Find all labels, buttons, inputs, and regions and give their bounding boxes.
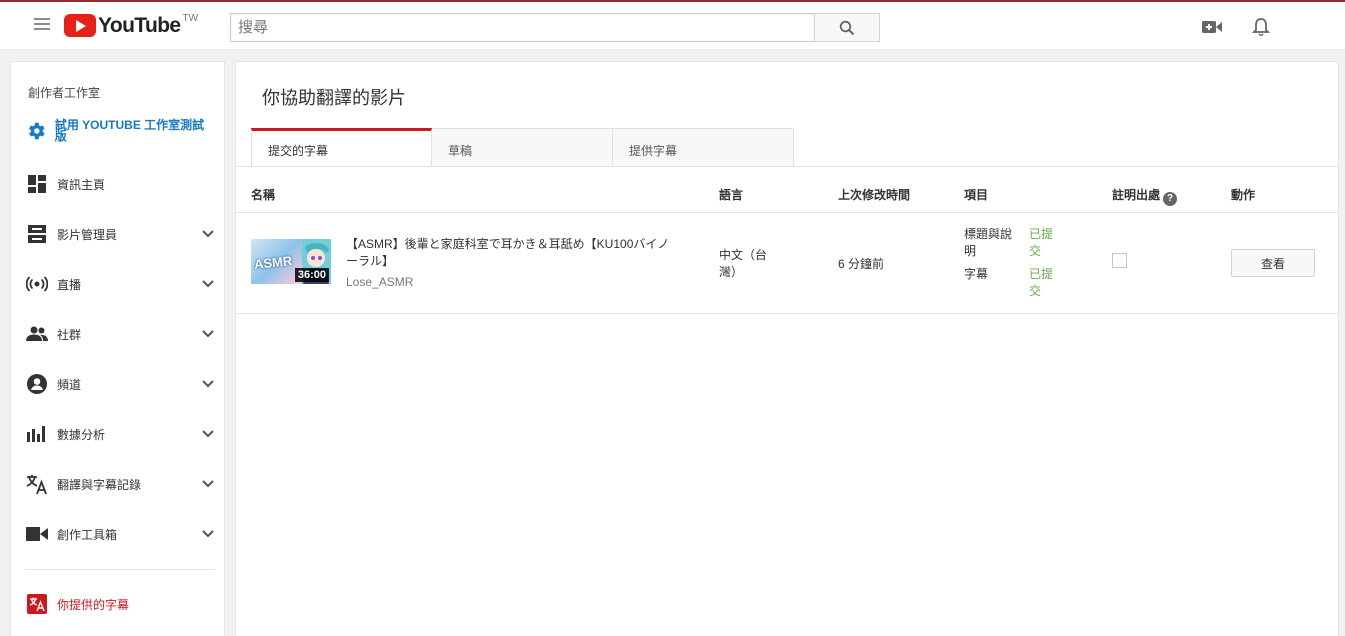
tab-submitted-subtitles[interactable]: 提交的字幕: [251, 128, 432, 166]
chevron-down-icon[interactable]: [201, 527, 215, 541]
sidebar-item-analytics[interactable]: 數據分析: [25, 422, 215, 446]
chevron-down-icon[interactable]: [201, 327, 215, 341]
sidebar-item-translations[interactable]: 翻譯與字幕記錄: [25, 472, 215, 496]
chevron-down-icon[interactable]: [201, 277, 215, 291]
chevron-down-icon[interactable]: [201, 427, 215, 441]
sidebar-item-create[interactable]: 創作工具箱: [25, 522, 215, 546]
table-row-divider: [236, 313, 1338, 314]
tab-contribute-subtitles[interactable]: 提供字幕: [613, 128, 794, 166]
sidebar-item-label: 影片管理員: [57, 227, 118, 242]
video-thumbnail[interactable]: ASMR 36:00: [251, 239, 331, 284]
search-icon: [839, 20, 855, 35]
modified-cell: 6 分鐘前: [838, 257, 885, 271]
sidebar-item-your-contributions[interactable]: 你提供的字幕: [25, 592, 215, 616]
menu-icon[interactable]: [34, 18, 50, 32]
channel-icon: [25, 372, 49, 396]
item-subtitles-status: 已提交: [1029, 267, 1054, 298]
column-header-credit-label: 註明出處: [1112, 188, 1161, 202]
sidebar-divider: [25, 569, 215, 570]
translate-icon: [25, 472, 49, 496]
video-camera-icon: [25, 522, 49, 546]
chevron-down-icon[interactable]: [201, 377, 215, 391]
sidebar-item-label: 翻譯與字幕記錄: [57, 477, 142, 492]
youtube-logo[interactable]: YouTube TW: [64, 13, 198, 39]
notifications-bell-icon[interactable]: [1249, 16, 1273, 38]
video-channel[interactable]: Lose_ASMR: [346, 275, 413, 289]
column-header-language: 語言: [719, 188, 744, 202]
upload-video-icon[interactable]: [1200, 16, 1224, 38]
page-title: 你協助翻譯的影片: [262, 88, 406, 108]
credit-checkbox[interactable]: [1112, 253, 1127, 268]
top-bar: YouTube TW: [0, 0, 1345, 50]
video-manager-icon: [25, 222, 49, 246]
sidebar-header: 創作者工作室: [28, 86, 101, 100]
logo-region: TW: [182, 13, 199, 24]
search-input[interactable]: [230, 13, 814, 42]
video-duration: 36:00: [294, 268, 329, 282]
chevron-down-icon[interactable]: [201, 227, 215, 241]
item-title-description-label: 標題與說明: [964, 227, 1013, 258]
column-header-name: 名稱: [251, 188, 276, 202]
help-icon[interactable]: ?: [1163, 192, 1178, 206]
translate-badge-icon: [25, 592, 49, 616]
main-panel: 你協助翻譯的影片 提交的字幕 草稿 提供字幕 名稱 語言 上次修改時間 項目 註…: [235, 61, 1339, 636]
youtube-play-icon: [64, 14, 96, 37]
tabs-divider: [236, 166, 1338, 167]
thumbnail-text: ASMR: [253, 253, 293, 272]
search-button[interactable]: [814, 13, 880, 42]
tab-bar: 提交的字幕 草稿 提供字幕: [251, 128, 794, 166]
sidebar-item-community[interactable]: 社群: [25, 322, 215, 346]
video-title[interactable]: 【ASMR】後輩と家庭科室で耳かき＆耳舐め【KU100バイノーラル】: [346, 236, 676, 270]
item-subtitles-label: 字幕: [964, 267, 989, 281]
try-studio-label: 試用 YOUTUBE 工作室測試版: [54, 118, 205, 143]
analytics-icon: [25, 422, 49, 446]
view-button[interactable]: 查看: [1231, 249, 1315, 277]
community-icon: [25, 322, 49, 346]
live-icon: [25, 272, 49, 296]
search-bar: [230, 13, 880, 42]
column-header-items: 項目: [964, 188, 989, 202]
column-header-action: 動作: [1231, 188, 1256, 202]
language-cell: 中文（台灣）: [719, 248, 768, 279]
tab-drafts[interactable]: 草稿: [432, 128, 613, 166]
column-header-modified: 上次修改時間: [838, 188, 911, 202]
sidebar-item-video-manager[interactable]: 影片管理員: [25, 222, 215, 246]
table-header-divider: [236, 212, 1338, 213]
item-title-description-status: 已提交: [1029, 227, 1054, 258]
sidebar-item-label: 社群: [57, 327, 82, 342]
gear-icon: [29, 122, 45, 140]
sidebar-item-label: 頻道: [57, 377, 82, 392]
sidebar-item-label: 數據分析: [57, 427, 106, 442]
logo-text: YouTube: [98, 14, 181, 37]
sidebar-item-channel[interactable]: 頻道: [25, 372, 215, 396]
dashboard-icon: [25, 172, 49, 196]
sidebar-item-label: 創作工具箱: [57, 527, 118, 542]
sidebar-item-label: 你提供的字幕: [57, 597, 130, 612]
sidebar-item-label: 直播: [57, 277, 82, 292]
column-header-credit: 註明出處?: [1112, 186, 1178, 206]
try-studio-beta-link[interactable]: 試用 YOUTUBE 工作室測試版: [25, 118, 215, 143]
chevron-down-icon[interactable]: [201, 477, 215, 491]
sidebar-item-label: 資訊主頁: [57, 177, 106, 192]
sidebar-item-dashboard[interactable]: 資訊主頁: [25, 172, 215, 196]
sidebar-item-live[interactable]: 直播: [25, 272, 215, 296]
creator-studio-sidebar: 創作者工作室 試用 YOUTUBE 工作室測試版 資訊主頁 影片管理員 直播 社…: [10, 61, 225, 636]
